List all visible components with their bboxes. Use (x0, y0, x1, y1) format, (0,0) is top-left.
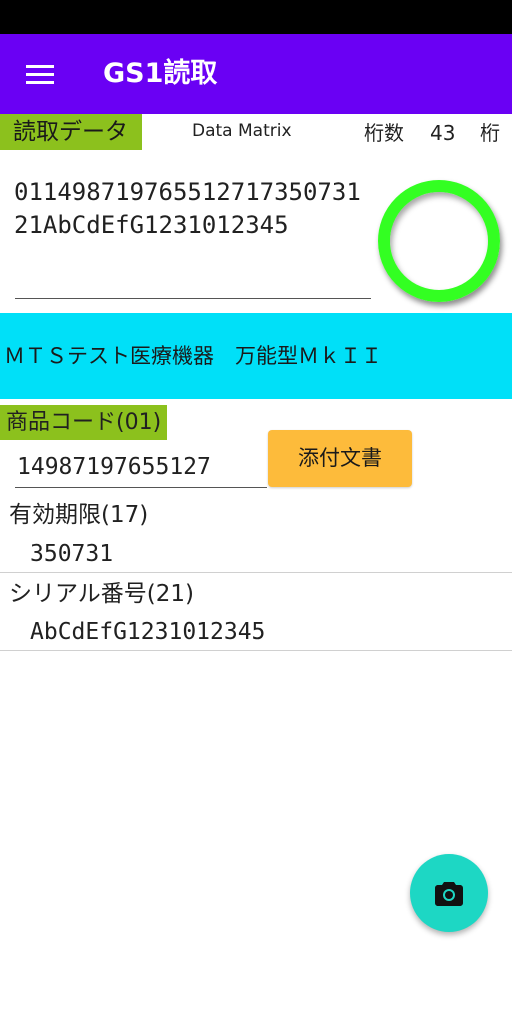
digit-count-value: 43 (430, 121, 456, 145)
serial-value: AbCdEfG1231012345 (30, 619, 266, 645)
divider (0, 650, 512, 651)
product-banner: ＭＴＳテスト医療機器 万能型ＭｋＩＩ (0, 313, 512, 399)
product-code-label: 商品コード(01) (0, 405, 168, 440)
status-bar (0, 0, 512, 34)
symbology-type: Data Matrix (192, 121, 292, 141)
raw-data-underline (15, 298, 371, 299)
product-code-underline (15, 487, 267, 488)
serial-label: シリアル番号(21) (9, 581, 194, 607)
app-title: GS1読取 (103, 58, 218, 89)
read-data-label: 読取データ (0, 114, 142, 150)
attached-document-button[interactable]: 添付文書 (268, 430, 412, 487)
product-code-value: 14987197655127 (17, 454, 211, 480)
read-status-indicator (378, 180, 500, 302)
raw-barcode-data: 01149871976551271735073121AbCdEfG1231012… (14, 178, 361, 239)
camera-button[interactable] (410, 854, 488, 932)
digit-count-label: 桁数 (364, 121, 404, 145)
digit-count-unit: 桁 (480, 121, 500, 145)
expiry-label: 有効期限(17) (9, 502, 149, 528)
expiry-value: 350731 (30, 541, 114, 567)
menu-icon[interactable] (26, 63, 54, 85)
app-bar: GS1読取 (0, 34, 512, 114)
product-name: ＭＴＳテスト医療機器 万能型ＭｋＩＩ (4, 344, 382, 368)
camera-icon (435, 882, 463, 906)
divider (0, 572, 512, 573)
